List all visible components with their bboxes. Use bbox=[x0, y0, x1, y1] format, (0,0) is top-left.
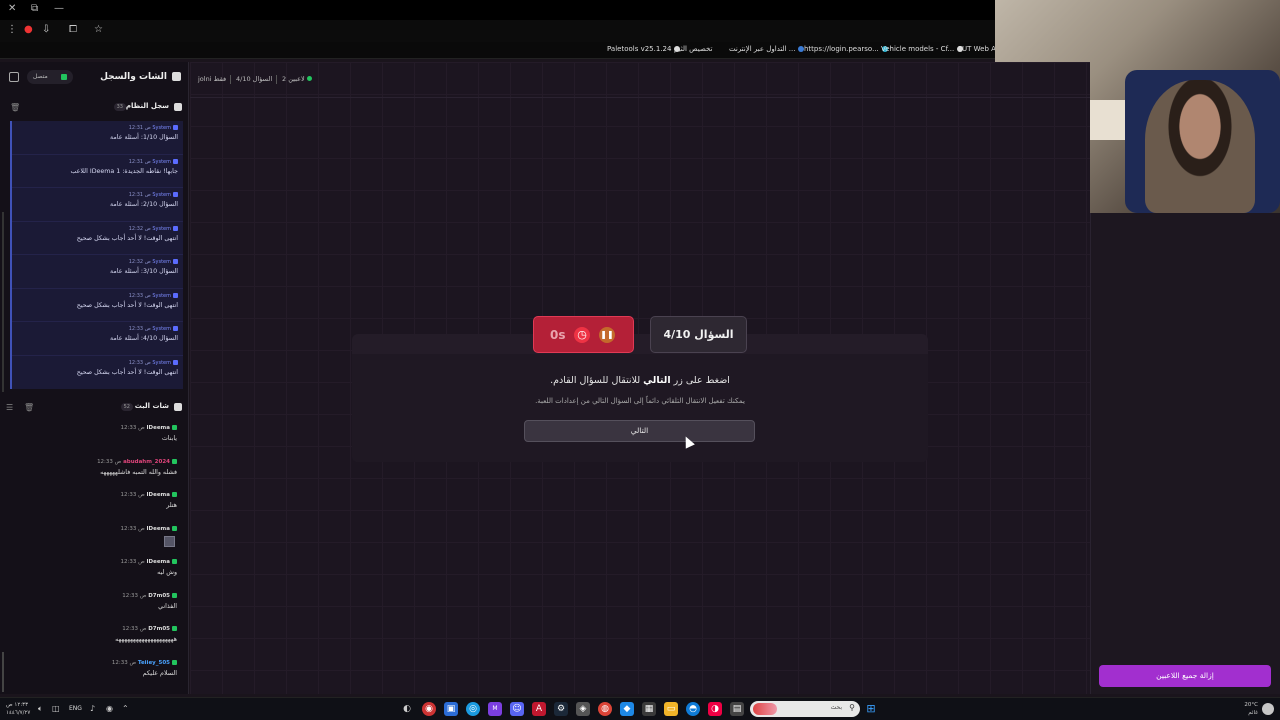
live-chat-title: شات البث bbox=[134, 402, 169, 410]
menu-icon[interactable]: ⋮ bbox=[7, 24, 17, 35]
question-card-body bbox=[352, 354, 928, 462]
extension-icon[interactable]: ● bbox=[24, 24, 33, 35]
sidebar-title: الشات والسجل bbox=[100, 72, 167, 82]
app-icon[interactable]: ◈ bbox=[576, 702, 590, 716]
app-icon[interactable]: A bbox=[532, 702, 546, 716]
chat-icon bbox=[174, 403, 182, 411]
search-icon: ⚲ bbox=[849, 703, 855, 712]
auto-advance-hint: يمكنك تفعيل الانتقال التلقائي دائماً إلى… bbox=[535, 397, 745, 405]
download-icon[interactable]: ⇩ bbox=[42, 24, 50, 35]
log-item: 12:32 ص System السؤال 3/10: أسئلة عامة bbox=[12, 255, 183, 289]
trash-icon[interactable]: 🗑 bbox=[10, 103, 20, 112]
discord-icon[interactable]: ☺ bbox=[510, 702, 524, 716]
bookmark-star-icon[interactable]: ☆ bbox=[94, 24, 103, 35]
speaker-icon[interactable]: 🔈︎ bbox=[38, 704, 43, 714]
question-number-badge: السؤال 4/10 bbox=[650, 316, 747, 353]
system-log-header: 🗑 33 سجل النظام bbox=[0, 100, 189, 116]
bookmark-item[interactable]: التداول عبر الإنترنت ... bbox=[729, 45, 805, 53]
next-button[interactable]: التالي bbox=[524, 420, 755, 442]
wifi-icon[interactable]: ◫ bbox=[52, 704, 60, 713]
app-icon[interactable]: ▣ bbox=[444, 702, 458, 716]
pause-icon[interactable]: ❚❚ bbox=[599, 327, 615, 343]
minimize-icon[interactable]: — bbox=[54, 3, 64, 14]
mic-icon[interactable]: ♪ bbox=[90, 704, 95, 713]
extensions-puzzle-icon[interactable]: ⧠ bbox=[69, 24, 77, 35]
app-icon[interactable]: ◐ bbox=[400, 702, 414, 716]
log-icon bbox=[174, 103, 182, 111]
live-chat-header: ☰ 🗑 52 شات البث bbox=[0, 400, 189, 416]
steam-icon[interactable]: ⚙ bbox=[554, 702, 568, 716]
timer-value: 0s bbox=[550, 328, 566, 342]
system-log-count: 33 bbox=[113, 103, 126, 111]
progress-label: السؤال 4/10 bbox=[236, 75, 273, 83]
chrome-icon[interactable]: ◍ bbox=[598, 702, 612, 716]
chat-icon bbox=[172, 72, 181, 81]
windows-start-icon[interactable]: ⊞ bbox=[864, 702, 878, 716]
restore-icon[interactable]: ⧉ bbox=[31, 3, 38, 14]
players-count: 2 لاعبين bbox=[282, 75, 312, 83]
timer-badge: 0s ◷ ❚❚ bbox=[533, 316, 634, 353]
log-item: 12:33 ص System انتهى الوقت! لا أحد أجاب … bbox=[12, 289, 183, 322]
filter-icon[interactable]: ☰ bbox=[6, 403, 13, 412]
cloud-icon bbox=[1262, 703, 1274, 715]
scrollbar[interactable] bbox=[2, 652, 4, 692]
app-icon[interactable]: ◉ bbox=[422, 702, 436, 716]
right-panel bbox=[1090, 213, 1280, 694]
language-indicator[interactable]: ENG bbox=[69, 705, 82, 712]
browser-toolbar: ⋮ ● ⇩ ⧠ ☆ bbox=[0, 20, 995, 42]
log-item: 12:33 ص System انتهى الوقت! لا أحد أجاب … bbox=[76, 359, 178, 376]
remove-all-players-button[interactable]: إزالة جميع اللاعبين bbox=[1099, 665, 1271, 687]
weather-widget[interactable]: 20°C غائم bbox=[1240, 701, 1258, 717]
taskbar-search[interactable]: بحث ⚲ bbox=[750, 701, 860, 717]
folder-icon[interactable]: ▭ bbox=[664, 702, 678, 716]
connection-status: متصل bbox=[27, 70, 73, 84]
chat-message: 12:33 ص IDeema وش ليه bbox=[120, 559, 177, 576]
mode-label: jolni فقط bbox=[198, 75, 227, 83]
app-icon[interactable]: ◑ bbox=[708, 702, 722, 716]
live-chat-count: 52 bbox=[120, 403, 133, 411]
scrollbar[interactable] bbox=[2, 212, 4, 392]
live-chat-list: 12:33 ص IDeema يابنات 12:33 ص abudahm_20… bbox=[0, 422, 189, 692]
log-item: 12:31 ص System السؤال 1/10: أسئلة عامة bbox=[12, 121, 183, 155]
chat-message: 12:33 ص D7m05 ههههههههههههههههههههه bbox=[115, 626, 177, 643]
game-status-bar: jolni فقط السؤال 4/10 2 لاعبين bbox=[190, 62, 1090, 98]
calendar-icon[interactable]: ▦ bbox=[642, 702, 656, 716]
bookmark-item[interactable]: Paletools v25.1.24 bbox=[607, 45, 681, 53]
bookmark-item[interactable]: https://login.pearso... bbox=[804, 45, 888, 53]
window-titlebar: ✕ ⧉ — bbox=[0, 0, 995, 20]
chat-message: 12:33 ص D7m05 الفذاني bbox=[122, 592, 177, 610]
chat-log-sidebar: متصل الشات والسجل 🗑 33 سجل النظام 12:31 … bbox=[0, 62, 189, 694]
edge-icon[interactable]: ◓ bbox=[686, 702, 700, 716]
windows-taskbar: ١٢:٣٣ ص ١٤٤٦/٧/٢٧ 🔈︎ ◫ ENG ♪ ◉ ⌃ ◐ ◉ ▣ ◎ … bbox=[0, 697, 1280, 720]
log-item: 12:32 ص System انتهى الوقت! لا أحد أجاب … bbox=[12, 222, 183, 255]
taskbar-clock[interactable]: ١٢:٣٣ ص ١٤٤٦/٧/٢٧ bbox=[6, 701, 30, 717]
log-item: 12:31 ص System اللاعب IDeema جابها! نقاط… bbox=[12, 155, 183, 188]
chat-image-thumbnail[interactable] bbox=[164, 535, 175, 547]
trash-icon[interactable]: 🗑 bbox=[24, 403, 34, 412]
next-prompt: اضغط على زر التالي للانتقال للسؤال القاد… bbox=[550, 375, 730, 386]
bookmark-item[interactable]: Vehicle models - Cf... bbox=[881, 45, 964, 53]
collapse-sidebar-icon[interactable] bbox=[9, 72, 19, 82]
chevron-up-icon[interactable]: ⌃ bbox=[122, 704, 129, 713]
location-icon[interactable]: ◉ bbox=[106, 704, 113, 713]
log-item: 12:31 ص System السؤال 2/10: أسئلة عامة bbox=[12, 188, 183, 222]
chat-message: 12:33 ص abudahm_2024 فشله والله التمبه ف… bbox=[97, 458, 177, 476]
system-log-list: 12:31 ص System السؤال 1/10: أسئلة عامة 1… bbox=[10, 121, 183, 389]
clock-icon: ◷ bbox=[574, 327, 590, 343]
chat-message: 12:33 ص IDeema bbox=[0, 523, 189, 557]
system-log-title: سجل النظام bbox=[125, 102, 169, 110]
chat-message: 12:33 ص Teiiey_505 السلام عليكم bbox=[111, 659, 177, 677]
bookmarks-bar: Paletools v25.1.24 تخصيص الثيم التداول ع… bbox=[0, 42, 1005, 59]
bookmark-item[interactable]: تخصيص الثيم bbox=[674, 45, 712, 53]
chat-message: 12:33 ص IDeema هتلر bbox=[120, 492, 177, 509]
log-item: 12:33 ص System السؤال 4/10: أسئلة عامة bbox=[12, 322, 183, 356]
app-icon[interactable]: ▤ bbox=[730, 702, 744, 716]
app-icon[interactable]: ◆ bbox=[620, 702, 634, 716]
chat-message: 12:33 ص IDeema يابنات bbox=[120, 425, 177, 442]
close-icon[interactable]: ✕ bbox=[8, 3, 16, 14]
twitch-icon[interactable]: M bbox=[488, 702, 502, 716]
sidebar-header: متصل الشات والسجل bbox=[0, 62, 189, 94]
app-icon[interactable]: ◎ bbox=[466, 702, 480, 716]
